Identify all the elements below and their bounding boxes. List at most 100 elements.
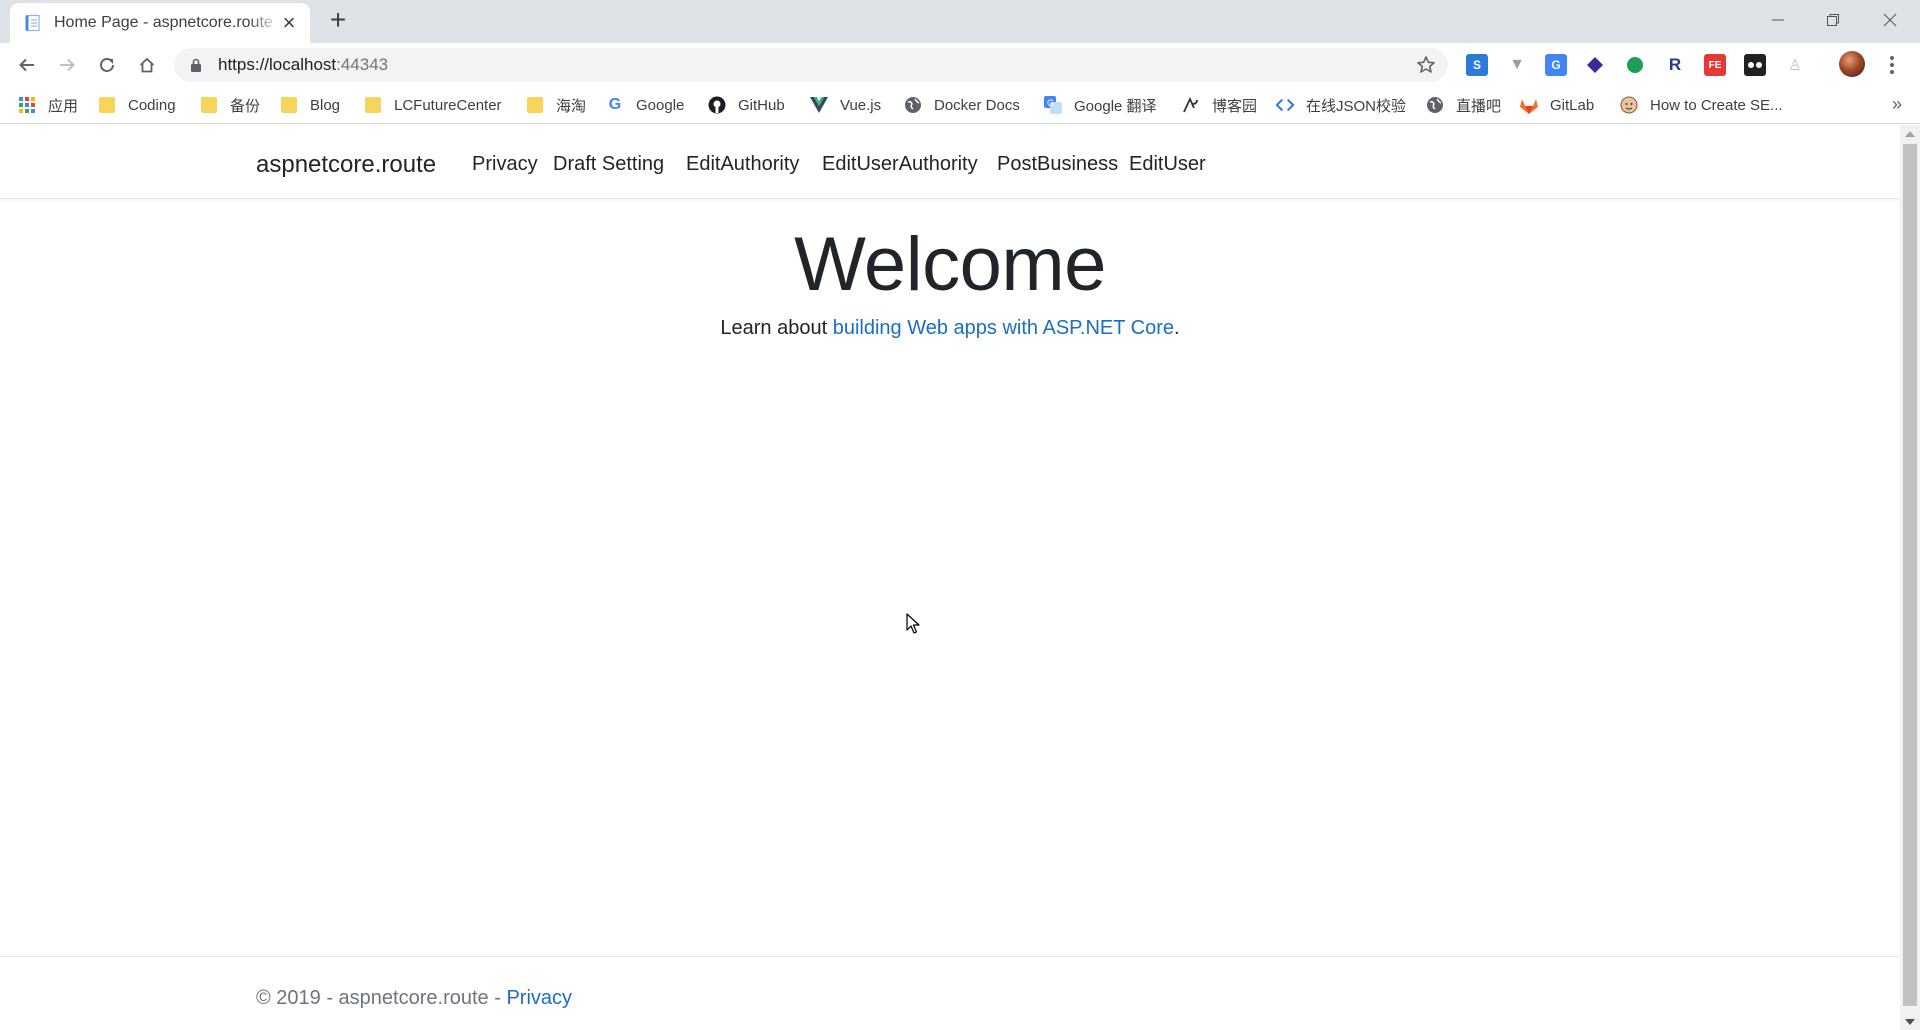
bookmark-zhibo8[interactable]: 直播吧 (1426, 94, 1501, 116)
more-bookmarks-icon[interactable]: » (1892, 94, 1902, 115)
bookmark-gitlab[interactable]: GitLab (1520, 94, 1594, 116)
home-icon[interactable] (133, 51, 161, 79)
nav-link-post-business[interactable]: PostBusiness (997, 153, 1118, 176)
url-host: https://localhost (218, 55, 337, 74)
bookmark-cnblogs[interactable]: 博客园 (1182, 94, 1257, 116)
bookmark-coding[interactable]: Coding (98, 94, 176, 116)
bookmark-label: 应用 (48, 97, 79, 115)
bookmark-docker-docs[interactable]: Docker Docs (904, 94, 1020, 116)
bookmark-label: 海淘 (556, 97, 587, 115)
bookmark-star-icon[interactable] (1416, 55, 1436, 75)
bookmark-label: Docker Docs (934, 96, 1020, 114)
vertical-scrollbar[interactable] (1900, 125, 1920, 1030)
bookmark-label: How to Create SE... (1650, 96, 1783, 114)
ext-translate-icon[interactable]: G (1545, 54, 1567, 76)
bookmark-haitao[interactable]: 海淘 (526, 94, 586, 116)
nav-link-edit-user[interactable]: EditUser (1129, 153, 1206, 176)
footer-divider (0, 956, 1900, 957)
minimize-window-icon[interactable] (1760, 6, 1796, 34)
learn-suffix: . (1174, 317, 1180, 339)
bookmark-json-validator[interactable]: 在线JSON校验 (1276, 94, 1406, 116)
bookmark-label: 直播吧 (1456, 97, 1502, 115)
tab-title: Home Page - aspnetcore.route (54, 14, 273, 31)
bookmark-how-to-create[interactable]: How to Create SE... (1620, 94, 1783, 116)
bookmark-vuejs[interactable]: Vue.js (810, 94, 881, 116)
browser-tab[interactable]: Home Page - aspnetcore.route × (10, 3, 310, 43)
translate-icon: G (1044, 96, 1062, 114)
gitlab-icon (1520, 96, 1538, 114)
face-icon (1620, 96, 1638, 114)
restore-window-icon[interactable] (1815, 6, 1851, 34)
profile-avatar[interactable] (1839, 51, 1865, 77)
scrollbar-thumb[interactable] (1903, 144, 1917, 1006)
bookmark-google[interactable]: G Google (606, 94, 685, 116)
nav-link-draft-setting[interactable]: Draft Setting (553, 153, 664, 176)
url-text: https://localhost:44343 (218, 55, 388, 75)
browser-toolbar: https://localhost:44343 S ▼ G R FE ♙ (0, 43, 1920, 86)
nav-link-edit-authority[interactable]: EditAuthority (686, 153, 799, 176)
ext-user-icon[interactable]: ♙ (1784, 54, 1806, 76)
bookmark-label: Vue.js (840, 96, 882, 114)
new-tab-icon[interactable]: + (326, 6, 350, 34)
bookmark-backup[interactable]: 备份 (200, 94, 260, 116)
folder-icon (280, 96, 298, 114)
browser-menu-icon[interactable] (1885, 53, 1899, 77)
tab-strip: Home Page - aspnetcore.route × + (0, 0, 1920, 43)
ext-s-icon[interactable]: S (1466, 54, 1488, 76)
ext-diamond-icon[interactable] (1584, 54, 1606, 76)
nav-link-edit-user-authority[interactable]: EditUserAuthority (822, 153, 978, 176)
bookmark-label: GitLab (1550, 96, 1595, 114)
lock-icon (191, 58, 201, 72)
ext-r-icon[interactable]: R (1664, 54, 1686, 76)
code-icon (1276, 96, 1294, 114)
bookmark-blog[interactable]: Blog (280, 94, 340, 116)
github-icon (708, 96, 726, 114)
globe-icon (1426, 96, 1444, 114)
url-port: :44343 (336, 55, 389, 74)
google-icon: G (608, 96, 622, 113)
bookmark-github[interactable]: GitHub (708, 94, 785, 116)
ext-vue-devtools-icon[interactable]: ▼ (1506, 54, 1528, 76)
close-window-icon[interactable] (1872, 6, 1908, 34)
svg-text:G: G (1047, 98, 1054, 108)
close-tab-icon[interactable]: × (280, 12, 298, 34)
bookmark-apps[interactable]: 应用 (18, 94, 78, 116)
bookmark-label: Blog (310, 96, 341, 114)
learn-prefix: Learn about (720, 317, 833, 339)
bookmark-label: 备份 (230, 97, 261, 115)
apps-grid-icon (18, 96, 36, 114)
bookmark-label: Google (636, 96, 685, 114)
folder-icon (200, 96, 218, 114)
folder-icon (526, 96, 544, 114)
address-bar[interactable]: https://localhost:44343 (174, 48, 1448, 82)
site-brand-link[interactable]: aspnetcore.route (256, 151, 436, 179)
ext-fe-icon[interactable]: FE (1704, 54, 1726, 76)
nav-link-privacy[interactable]: Privacy (472, 153, 538, 176)
page-viewport: aspnetcore.route Privacy Draft Setting E… (0, 125, 1900, 1030)
aspnet-docs-link[interactable]: building Web apps with ASP.NET Core (833, 317, 1174, 339)
scroll-down-arrow-icon[interactable] (1900, 1013, 1920, 1030)
bookmark-label: GitHub (738, 96, 785, 114)
bookmark-google-translate[interactable]: G Google 翻译 (1044, 94, 1157, 116)
bookmark-lcfuturecenter[interactable]: LCFutureCenter (364, 94, 502, 116)
scroll-up-arrow-icon[interactable] (1900, 125, 1920, 142)
bookmark-label: 博客园 (1212, 97, 1258, 115)
back-arrow-icon[interactable] (13, 51, 41, 79)
folder-icon (98, 96, 116, 114)
footer-privacy-link[interactable]: Privacy (506, 987, 572, 1009)
mouse-cursor-icon (906, 613, 920, 634)
bookmark-label: Google 翻译 (1074, 97, 1157, 115)
reload-icon[interactable] (93, 51, 121, 79)
site-navbar: aspnetcore.route Privacy Draft Setting E… (0, 125, 1900, 199)
forward-arrow-icon[interactable] (53, 51, 81, 79)
learn-paragraph: Learn about building Web apps with ASP.N… (0, 317, 1900, 340)
page-title: Welcome (794, 222, 1106, 307)
bookmark-label: LCFutureCenter (394, 96, 502, 114)
site-footer: © 2019 - aspnetcore.route - Privacy (256, 987, 572, 1010)
ext-evernote-icon[interactable] (1624, 54, 1646, 76)
page-favicon-icon (25, 14, 40, 32)
globe-icon (904, 96, 922, 114)
folder-icon (364, 96, 382, 114)
vue-icon (810, 96, 828, 114)
ext-glasses-icon[interactable] (1744, 54, 1766, 76)
